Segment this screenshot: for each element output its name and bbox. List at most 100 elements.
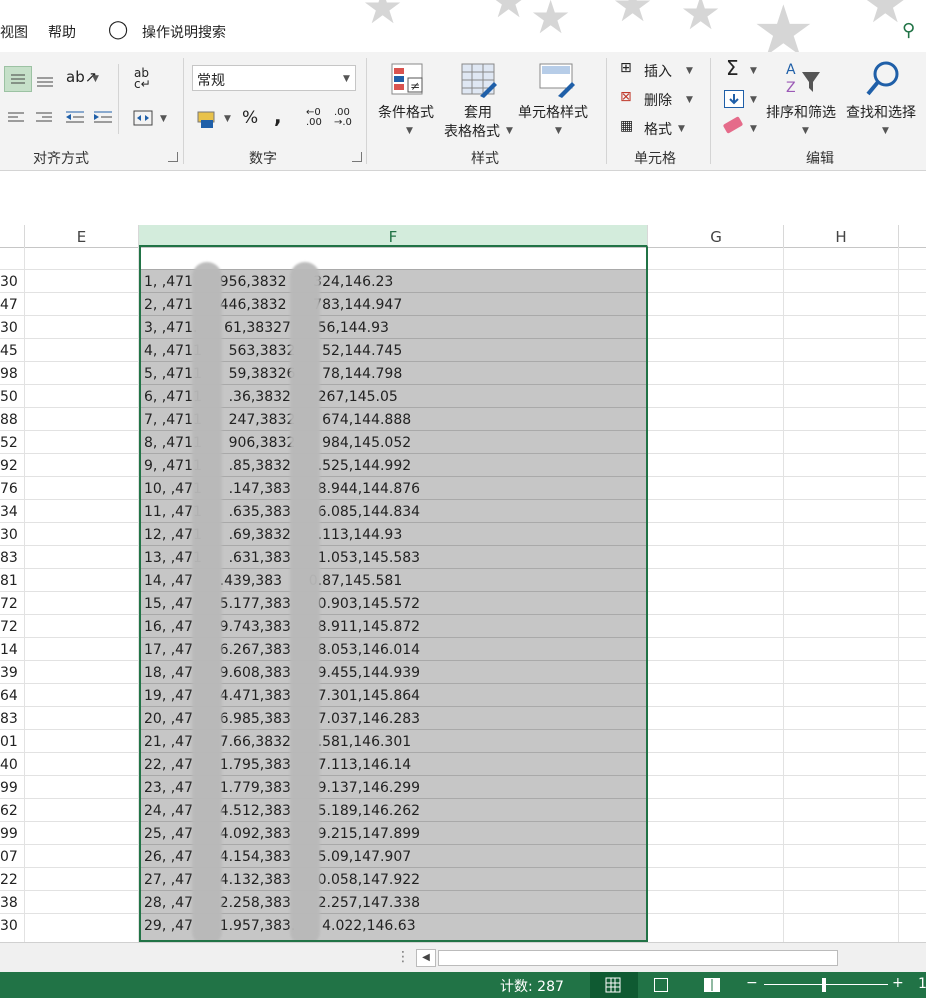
zoom-out-button[interactable]: − bbox=[746, 975, 758, 991]
chevron-down-icon[interactable]: ▼ bbox=[686, 95, 693, 105]
alignment-launcher-icon[interactable] bbox=[168, 152, 178, 162]
chevron-down-icon[interactable]: ▼ bbox=[406, 126, 413, 136]
sort-filter-button[interactable]: 排序和筛选 bbox=[766, 102, 836, 122]
zoom-slider-track[interactable] bbox=[764, 984, 888, 985]
percent-button[interactable]: % bbox=[242, 108, 258, 128]
decrease-decimal-icon[interactable]: .00 →.0 bbox=[334, 108, 352, 128]
magnifier-icon bbox=[864, 58, 904, 102]
zoom-slider-handle[interactable] bbox=[822, 978, 826, 992]
cell-d-value[interactable]: 38 bbox=[0, 895, 18, 911]
cell-d-value[interactable]: 76 bbox=[0, 481, 18, 497]
cell-d-value[interactable]: 30 bbox=[0, 918, 18, 934]
styles-group-label: 样式 bbox=[471, 151, 499, 167]
merge-center-icon[interactable] bbox=[132, 108, 154, 132]
column-header-f[interactable]: F bbox=[139, 225, 648, 247]
cell-d-value[interactable]: 81 bbox=[0, 573, 18, 589]
cell-d-value[interactable]: 99 bbox=[0, 826, 18, 842]
increase-indent-icon[interactable] bbox=[92, 108, 114, 132]
cell-d-value[interactable]: 83 bbox=[0, 711, 18, 727]
table-format-icon bbox=[460, 62, 498, 102]
delete-button[interactable]: 删除 bbox=[644, 90, 672, 110]
page-layout-view-button[interactable] bbox=[654, 978, 668, 992]
chevron-down-icon[interactable]: ▼ bbox=[686, 66, 693, 76]
comma-button[interactable]: , bbox=[274, 104, 282, 128]
scroll-left-button[interactable]: ◀ bbox=[416, 949, 436, 967]
decrease-indent-icon[interactable] bbox=[64, 108, 86, 132]
normal-view-button[interactable] bbox=[590, 972, 638, 998]
cell-d-value[interactable]: 34 bbox=[0, 504, 18, 520]
format-button[interactable]: 格式 bbox=[644, 119, 672, 139]
chevron-down-icon[interactable]: ▼ bbox=[882, 126, 889, 136]
column-header-d[interactable] bbox=[0, 225, 25, 247]
chevron-down-icon[interactable]: ▼ bbox=[750, 66, 757, 76]
cell-d-value[interactable]: 45 bbox=[0, 343, 18, 359]
divider bbox=[710, 58, 711, 164]
find-select-button[interactable]: 查找和选择 bbox=[846, 102, 916, 122]
zoom-in-button[interactable]: + bbox=[892, 975, 904, 991]
number-group-label: 数字 bbox=[249, 151, 277, 167]
cell-d-value[interactable]: 14 bbox=[0, 642, 18, 658]
cell-d-value[interactable]: 64 bbox=[0, 688, 18, 704]
cell-d-value[interactable]: 99 bbox=[0, 780, 18, 796]
column-header-g[interactable]: G bbox=[649, 225, 784, 247]
cell-d-value[interactable]: 30 bbox=[0, 527, 18, 543]
cell-d-value[interactable]: 92 bbox=[0, 458, 18, 474]
cell-d-value[interactable]: 40 bbox=[0, 757, 18, 773]
cell-d-value[interactable]: 88 bbox=[0, 412, 18, 428]
cell-d-value[interactable]: 01 bbox=[0, 734, 18, 750]
insert-button[interactable]: 插入 bbox=[644, 61, 672, 81]
cell-d-value[interactable]: 83 bbox=[0, 550, 18, 566]
accounting-format-icon[interactable] bbox=[196, 108, 218, 134]
share-user-icon[interactable]: ⚲ bbox=[902, 20, 915, 41]
number-launcher-icon[interactable] bbox=[352, 152, 362, 162]
cell-d-value[interactable]: 22 bbox=[0, 872, 18, 888]
page-break-view-button[interactable] bbox=[704, 978, 720, 992]
menu-view[interactable]: 视图 bbox=[0, 22, 28, 42]
conditional-format-button[interactable]: 条件格式 bbox=[378, 102, 434, 122]
align-right-icon[interactable] bbox=[34, 108, 56, 132]
chevron-down-icon[interactable]: ▼ bbox=[750, 124, 757, 134]
zoom-level[interactable]: 1 bbox=[918, 976, 926, 992]
column-header-e[interactable]: E bbox=[25, 225, 139, 247]
cell-d-value[interactable]: 98 bbox=[0, 366, 18, 382]
cell-d-value[interactable]: 39 bbox=[0, 665, 18, 681]
cell-d-value[interactable]: 52 bbox=[0, 435, 18, 451]
chevron-down-icon[interactable]: ▼ bbox=[160, 114, 167, 124]
chevron-down-icon[interactable]: ▼ bbox=[678, 124, 685, 134]
chevron-down-icon[interactable]: ▼ bbox=[506, 126, 513, 136]
chevron-down-icon[interactable]: ▼ bbox=[555, 126, 562, 136]
align-bottom-button[interactable] bbox=[34, 68, 56, 94]
horizontal-scrollbar[interactable]: ⋮ ◀ bbox=[0, 942, 926, 973]
conditional-format-icon: ≠ bbox=[390, 62, 426, 102]
chevron-down-icon[interactable]: ▼ bbox=[92, 74, 99, 84]
cell-d-value[interactable]: 30 bbox=[0, 274, 18, 290]
menu-bar: 视图 帮助 ◯ 操作说明搜索 ★ ★ ★ ★ ★ ★ ★ ⚲ bbox=[0, 0, 926, 66]
number-format-select[interactable]: 常规 ▼ bbox=[192, 65, 356, 91]
clear-eraser-icon[interactable] bbox=[722, 116, 744, 134]
fill-down-icon[interactable] bbox=[724, 90, 744, 108]
formula-bar[interactable] bbox=[0, 171, 926, 212]
cell-d-value[interactable]: 62 bbox=[0, 803, 18, 819]
table-format-label-1[interactable]: 套用 bbox=[464, 102, 492, 122]
scroll-thumb[interactable] bbox=[438, 950, 838, 966]
selection-border bbox=[139, 247, 648, 942]
increase-decimal-icon[interactable]: ←0.00 bbox=[306, 108, 322, 128]
tell-me-search[interactable]: 操作说明搜索 bbox=[142, 22, 226, 42]
cell-d-value[interactable]: 47 bbox=[0, 297, 18, 313]
chevron-down-icon[interactable]: ▼ bbox=[802, 126, 809, 136]
cell-d-value[interactable]: 30 bbox=[0, 320, 18, 336]
cell-d-value[interactable]: 50 bbox=[0, 389, 18, 405]
column-header-h[interactable]: H bbox=[784, 225, 899, 247]
chevron-down-icon[interactable]: ▼ bbox=[224, 114, 231, 124]
menu-help[interactable]: 帮助 bbox=[48, 22, 76, 42]
cell-d-value[interactable]: 72 bbox=[0, 619, 18, 635]
cell-d-value[interactable]: 07 bbox=[0, 849, 18, 865]
table-format-button[interactable]: 表格格式 bbox=[444, 121, 500, 141]
align-left-icon[interactable] bbox=[6, 108, 28, 132]
align-middle-button[interactable] bbox=[4, 66, 32, 92]
autosum-icon[interactable]: Σ bbox=[726, 56, 739, 80]
chevron-down-icon[interactable]: ▼ bbox=[750, 95, 757, 105]
cell-d-value[interactable]: 72 bbox=[0, 596, 18, 612]
cell-styles-button[interactable]: 单元格样式 bbox=[518, 102, 588, 122]
wrap-text-icon[interactable]: ab c↵ bbox=[134, 67, 151, 90]
